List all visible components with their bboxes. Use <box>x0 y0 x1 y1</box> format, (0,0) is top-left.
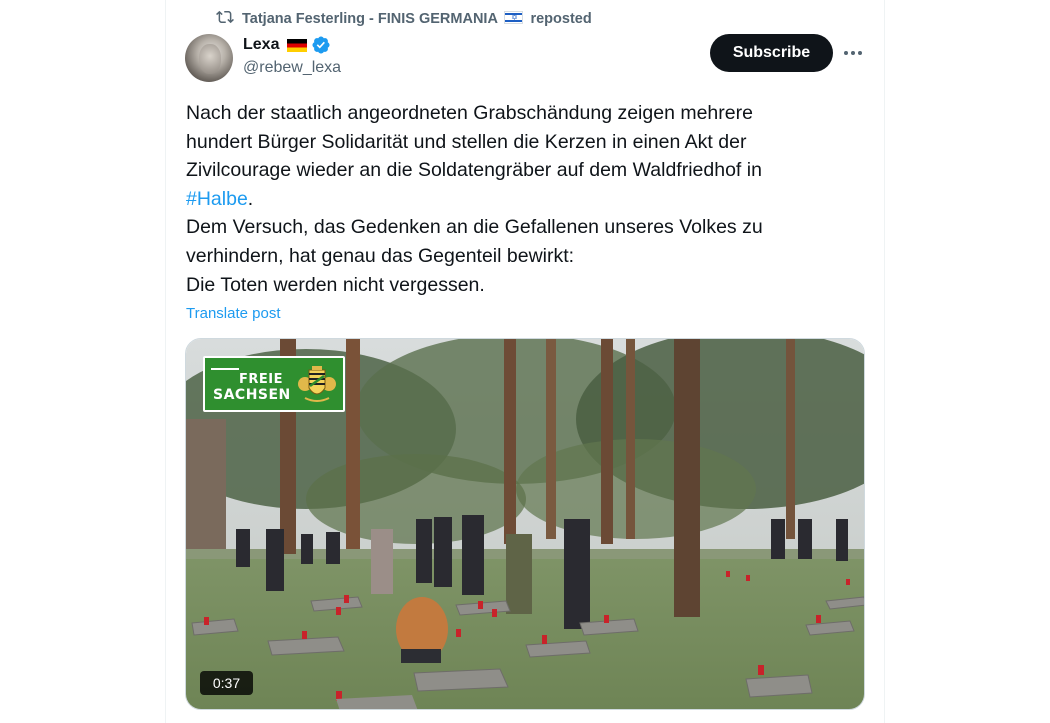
author-name[interactable]: Lexa <box>243 36 279 54</box>
post-line: Dem Versuch, das Gedenken an die Gefalle… <box>186 216 763 239</box>
logo-text-line2: SACHSEN <box>213 387 291 403</box>
repost-icon <box>216 8 234 30</box>
coat-of-arms-icon <box>298 366 336 402</box>
translate-post-link[interactable]: Translate post <box>186 305 281 322</box>
repost-label: reposted <box>530 11 592 27</box>
verified-badge-icon[interactable] <box>311 35 331 55</box>
logo-text-line1: FREIE <box>239 372 283 387</box>
post-line: hundert Bürger Solidarität und stellen d… <box>186 130 747 153</box>
hashtag-suffix: . <box>247 187 254 210</box>
freie-sachsen-logo: FREIE SACHSEN <box>203 356 345 412</box>
hashtag-link[interactable]: #Halbe <box>186 188 248 210</box>
author-block: Lexa @rebew_lexa <box>243 34 341 77</box>
subscribe-button[interactable]: Subscribe <box>710 34 833 72</box>
repost-header[interactable]: Tatjana Festerling - FINIS GERMANIA ✡ re… <box>216 9 592 29</box>
post-line-hashtag: #Halbe. <box>186 185 846 214</box>
germany-flag-icon <box>287 38 308 52</box>
more-options-icon[interactable] <box>840 42 866 64</box>
post-line: Nach der staatlich angeordneten Grabschä… <box>186 102 753 124</box>
avatar[interactable] <box>185 34 233 82</box>
author-handle[interactable]: @rebew_lexa <box>243 59 341 77</box>
post-line: verhindern, hat genau das Gegenteil bewi… <box>186 244 575 267</box>
post-line: Zivilcourage wieder an die Soldatengräbe… <box>186 159 762 182</box>
post-line: Die Toten werden nicht vergessen. <box>186 273 485 296</box>
israel-flag-icon: ✡ <box>504 11 524 24</box>
video-duration: 0:37 <box>200 671 253 695</box>
reposter-name[interactable]: Tatjana Festerling - FINIS GERMANIA <box>242 11 497 27</box>
post-text: Nach der staatlich angeordneten Grabschä… <box>186 99 846 299</box>
video-player[interactable]: FREIE SACHSEN <box>185 338 865 710</box>
